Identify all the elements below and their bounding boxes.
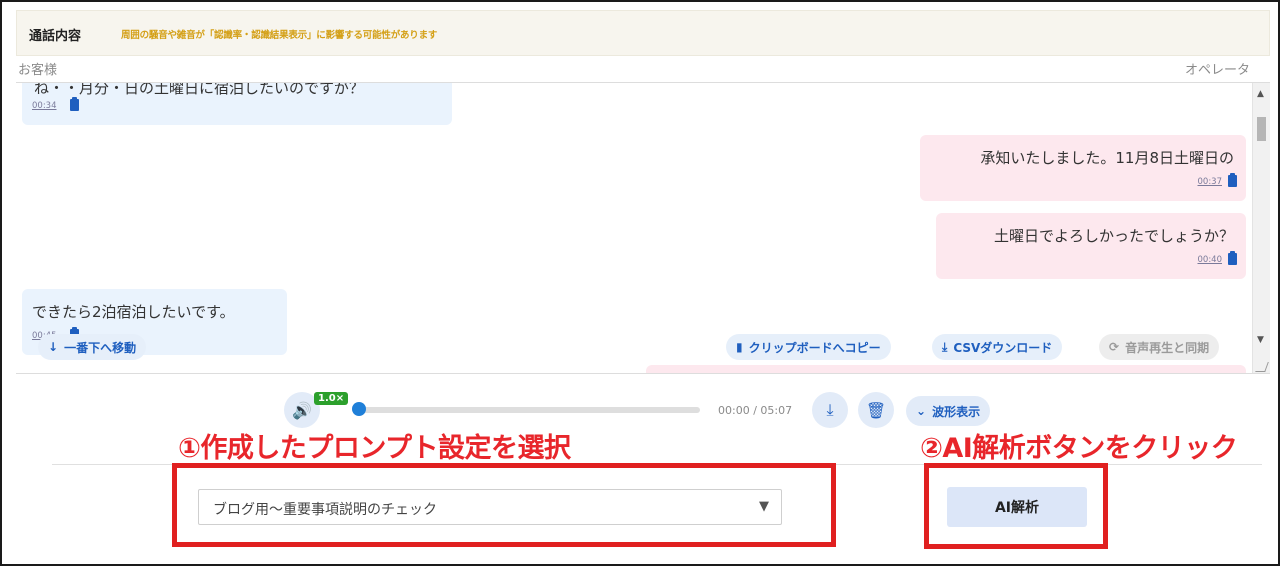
message-text: 土曜日でよろしかったでしょうか？ bbox=[993, 227, 1234, 245]
message-timestamp[interactable]: 00:34 bbox=[32, 101, 57, 111]
message-bubble-operator bbox=[646, 365, 1246, 373]
scroll-up-arrow-icon[interactable]: ▲ bbox=[1257, 89, 1264, 99]
download-icon: ⤓ bbox=[826, 400, 834, 419]
seek-track[interactable] bbox=[354, 407, 700, 413]
app-frame: 通話内容 周囲の騒音や雑音が「認識率・認識結果表示」に影響する可能性があります … bbox=[0, 0, 1280, 566]
chat-scrollbar[interactable]: ▲ ▼ bbox=[1252, 83, 1270, 373]
operator-label: オペレータ bbox=[1184, 63, 1250, 78]
copy-clipboard-label: クリップボードへコピー bbox=[748, 340, 881, 355]
csv-download-label: CSVダウンロード bbox=[953, 340, 1053, 355]
noise-notice: 周囲の騒音や雑音が「認識率・認識結果表示」に影響する可能性があります bbox=[121, 30, 438, 41]
clipboard-icon[interactable] bbox=[1228, 173, 1237, 187]
seek-knob[interactable] bbox=[352, 402, 366, 416]
message-text: ね・・月分・日の土曜日に宿泊したいのですが？ bbox=[34, 82, 365, 97]
step2-annotation: ②AI解析ボタンをクリック bbox=[920, 433, 1238, 464]
sync-audio-button[interactable]: ⟳ 音声再生と同期 bbox=[1099, 334, 1220, 360]
step1-annotation: ①作成したプロンプト設定を選択 bbox=[178, 433, 571, 464]
download-icon: ⤓ bbox=[942, 339, 948, 354]
waveform-label: 波形表示 bbox=[932, 404, 981, 419]
scroll-to-bottom-label: 一番下へ移動 bbox=[64, 340, 137, 355]
delete-audio-button[interactable]: 🗑 bbox=[858, 392, 894, 428]
trash-icon: 🗑 bbox=[865, 400, 887, 420]
message-timestamp[interactable]: 00:37 bbox=[1198, 177, 1223, 187]
clipboard-icon[interactable] bbox=[1228, 251, 1237, 265]
scroll-down-arrow-icon[interactable]: ▼ bbox=[1257, 335, 1264, 345]
message-timestamp[interactable]: 00:40 bbox=[1198, 255, 1223, 265]
volume-icon: 🔊 bbox=[292, 400, 312, 420]
resize-grip-icon[interactable] bbox=[1255, 362, 1269, 372]
ai-analyze-button[interactable]: AI解析 bbox=[947, 487, 1087, 527]
download-audio-button[interactable]: ⤓ bbox=[812, 392, 848, 428]
prompt-select-value: ブログ用～重要事項説明のチェック bbox=[213, 502, 437, 518]
csv-download-button[interactable]: ⤓ CSVダウンロード bbox=[932, 334, 1063, 360]
chat-transcript[interactable]: ね・・月分・日の土曜日に宿泊したいのですが？ 00:34 承知いたしました。11… bbox=[16, 82, 1270, 374]
sync-icon: ⟳ bbox=[1109, 340, 1120, 354]
chevron-down-icon: ⌄ bbox=[916, 404, 927, 418]
sync-audio-label: 音声再生と同期 bbox=[1125, 340, 1210, 355]
prompt-setting-select[interactable]: ブログ用～重要事項説明のチェック ▼ bbox=[198, 489, 782, 525]
message-bubble-operator: 承知いたしました。11月8日土曜日の 00:37 bbox=[920, 135, 1246, 201]
call-content-header: 通話内容 周囲の騒音や雑音が「認識率・認識結果表示」に影響する可能性があります bbox=[16, 10, 1270, 56]
playback-time: 00:00 / 05:07 bbox=[718, 404, 793, 417]
clipboard-icon[interactable] bbox=[70, 97, 79, 111]
message-bubble-operator: 土曜日でよろしかったでしょうか？ 00:40 bbox=[936, 213, 1246, 279]
scroll-thumb[interactable] bbox=[1257, 117, 1266, 141]
section-title: 通話内容 bbox=[29, 29, 82, 44]
customer-label: お客様 bbox=[18, 63, 58, 78]
waveform-toggle-button[interactable]: ⌄ 波形表示 bbox=[906, 396, 991, 426]
message-text: できたら2泊宿泊したいです。 bbox=[32, 303, 235, 321]
playback-speed-badge[interactable]: 1.0× bbox=[314, 392, 349, 405]
dropdown-arrow-icon: ▼ bbox=[759, 499, 769, 514]
message-bubble-customer: ね・・月分・日の土曜日に宿泊したいのですが？ 00:34 bbox=[22, 82, 452, 125]
copy-clipboard-button[interactable]: ▮ クリップボードへコピー bbox=[726, 334, 891, 360]
scroll-to-bottom-button[interactable]: ↓ 一番下へ移動 bbox=[38, 334, 147, 360]
clipboard-icon: ▮ bbox=[736, 340, 743, 354]
message-text: 承知いたしました。11月8日土曜日の bbox=[980, 149, 1234, 167]
arrow-down-icon: ↓ bbox=[48, 340, 59, 354]
